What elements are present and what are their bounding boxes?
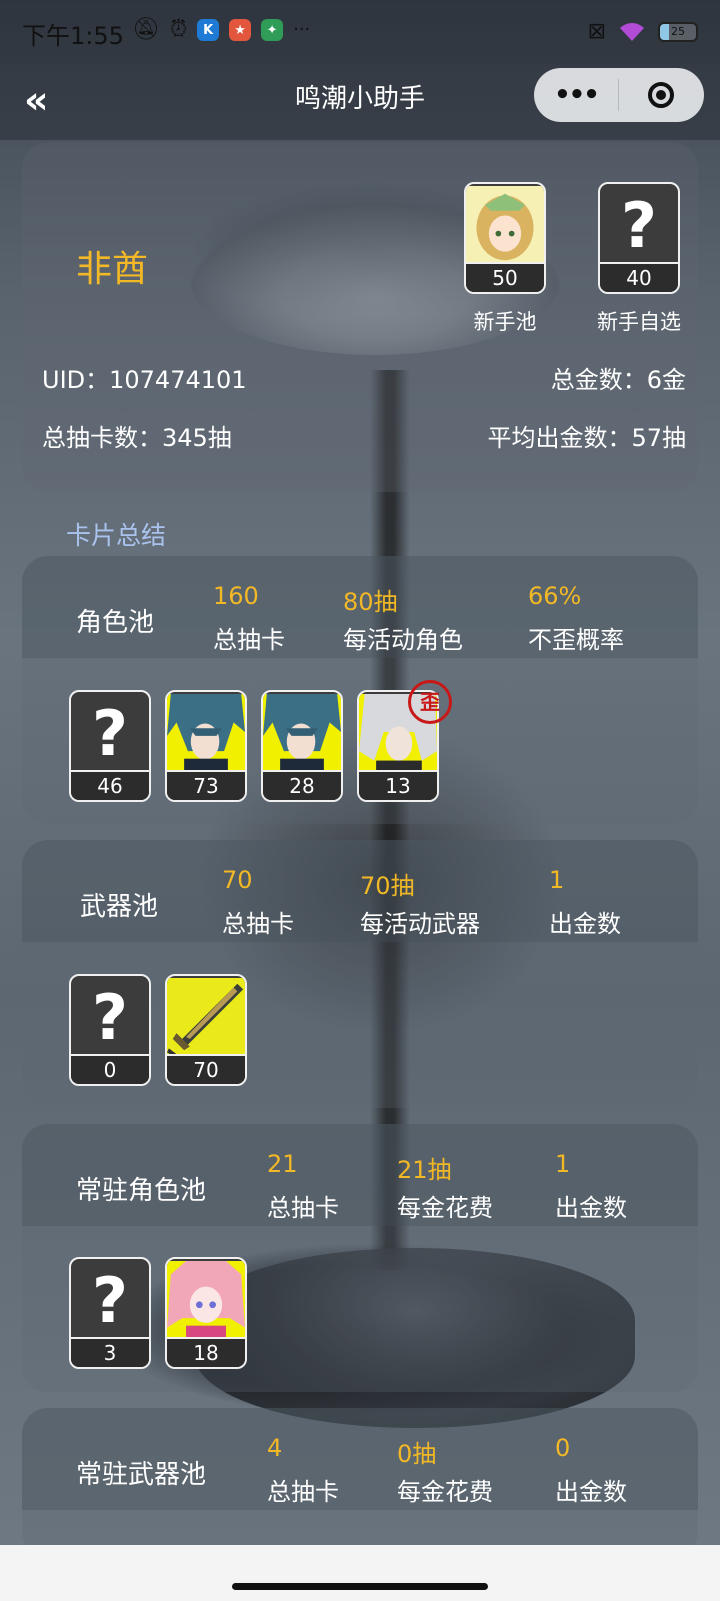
novice-pool-label: 新手池: [473, 310, 537, 334]
stat-label: 总抽卡: [267, 1194, 339, 1222]
section-title: 卡片总结: [66, 521, 167, 550]
unknown-icon: ?: [92, 1264, 128, 1337]
system-nav-area: [0, 1545, 720, 1601]
novice-select-tile[interactable]: ? 40: [598, 182, 680, 294]
pull-tile-character[interactable]: 73: [165, 690, 247, 802]
pull-tile-unknown[interactable]: ? 0: [69, 974, 151, 1086]
pull-tile-unknown[interactable]: ? 46: [69, 690, 151, 802]
target-icon: [648, 82, 674, 108]
wifi-icon: [620, 23, 644, 41]
stat-label: 总抽卡: [213, 626, 285, 654]
status-bar: 下午1:55 🔕︎ ⏰︎ K ★ ✦ ··· ⊠ 25: [0, 0, 720, 64]
stat-label: 每活动武器: [360, 910, 480, 938]
pull-count: 50: [466, 262, 544, 292]
battery-icon: 25: [658, 22, 698, 42]
pull-count: 0: [71, 1054, 149, 1084]
app-notification-icon: ✦: [261, 19, 284, 41]
pull-count: 40: [600, 262, 678, 292]
pull-count: 3: [71, 1337, 149, 1367]
stat-label: 出金数: [555, 1478, 627, 1506]
stat-value: 70抽: [360, 872, 415, 900]
pull-count: 70: [167, 1054, 245, 1084]
stat-label: 每金花费: [397, 1194, 493, 1222]
pull-tile-character[interactable]: 18: [165, 1257, 247, 1369]
unknown-icon: ?: [92, 981, 128, 1054]
close-miniprogram-button[interactable]: [619, 82, 703, 108]
sim-card-icon: ⊠: [587, 19, 606, 44]
pool-name: 常驻武器池: [76, 1460, 207, 1490]
stat-label: 出金数: [549, 910, 621, 938]
stat-label: 每活动角色: [343, 626, 463, 654]
pool-name: 常驻角色池: [76, 1176, 207, 1206]
unknown-icon: ?: [621, 189, 657, 262]
player-nickname: 非酋: [76, 249, 149, 290]
stat-value: 160: [213, 582, 259, 610]
more-menu-button[interactable]: •••: [534, 68, 618, 122]
stat-label: 总抽卡: [222, 910, 294, 938]
miniprogram-capsule: •••: [534, 68, 704, 122]
unknown-icon: ?: [92, 697, 128, 770]
app-notification-icon: K: [197, 19, 220, 41]
alarm-icon: ⏰︎: [169, 17, 188, 42]
pull-count: 13: [359, 770, 437, 800]
stat-value: 70: [222, 866, 253, 894]
status-icons-right: ⊠ 25: [588, 20, 698, 44]
uid-text: UID：107474101: [42, 366, 247, 394]
pull-tile-unknown[interactable]: ? 3: [69, 1257, 151, 1369]
pull-tile-weapon[interactable]: 70: [165, 974, 247, 1086]
character-portrait-icon: [466, 186, 544, 264]
stat-value: 1: [555, 1150, 571, 1178]
sword-icon: [167, 978, 245, 1056]
stat-label: 出金数: [555, 1194, 627, 1222]
status-icons-left: 🔕︎ ⏰︎ K ★ ✦ ···: [132, 18, 310, 42]
pull-tile-character[interactable]: 28: [261, 690, 343, 802]
stat-value: 21抽: [397, 1156, 452, 1184]
pull-count: 18: [167, 1337, 245, 1367]
stat-value: 80抽: [343, 588, 398, 616]
pool-name: 武器池: [80, 892, 159, 922]
character-portrait-icon: [167, 694, 245, 772]
home-indicator[interactable]: [232, 1583, 488, 1590]
total-gold-text: 总金数：6金: [550, 366, 686, 394]
stat-value: 4: [267, 1434, 283, 1462]
novice-pool-tile[interactable]: 50: [464, 182, 546, 294]
app-notification-icon: ★: [229, 19, 252, 41]
stat-value: 21: [267, 1150, 298, 1178]
stat-label: 每金花费: [397, 1478, 493, 1506]
pull-count: 46: [71, 770, 149, 800]
character-portrait-icon: [263, 694, 341, 772]
stat-label: 总抽卡: [267, 1478, 339, 1506]
avg-gold-text: 平均出金数：57抽: [487, 424, 686, 452]
mute-bell-icon: 🔕︎: [132, 17, 160, 42]
character-portrait-icon: [167, 1261, 245, 1339]
pool-name: 角色池: [76, 608, 155, 638]
novice-select-label: 新手自选: [597, 310, 681, 334]
pull-count: 73: [167, 770, 245, 800]
more-notifications-icon: ···: [293, 19, 311, 40]
status-time: 下午1:55: [22, 22, 124, 50]
stat-label: 不歪概率: [528, 626, 624, 654]
total-pulls-text: 总抽卡数：345抽: [42, 424, 232, 452]
stat-value: 0抽: [397, 1440, 437, 1468]
stat-value: 66%: [528, 582, 582, 610]
stat-value: 1: [549, 866, 565, 894]
off-banner-badge: 歪: [408, 680, 452, 724]
stat-value: 0: [555, 1434, 571, 1462]
pull-count: 28: [263, 770, 341, 800]
